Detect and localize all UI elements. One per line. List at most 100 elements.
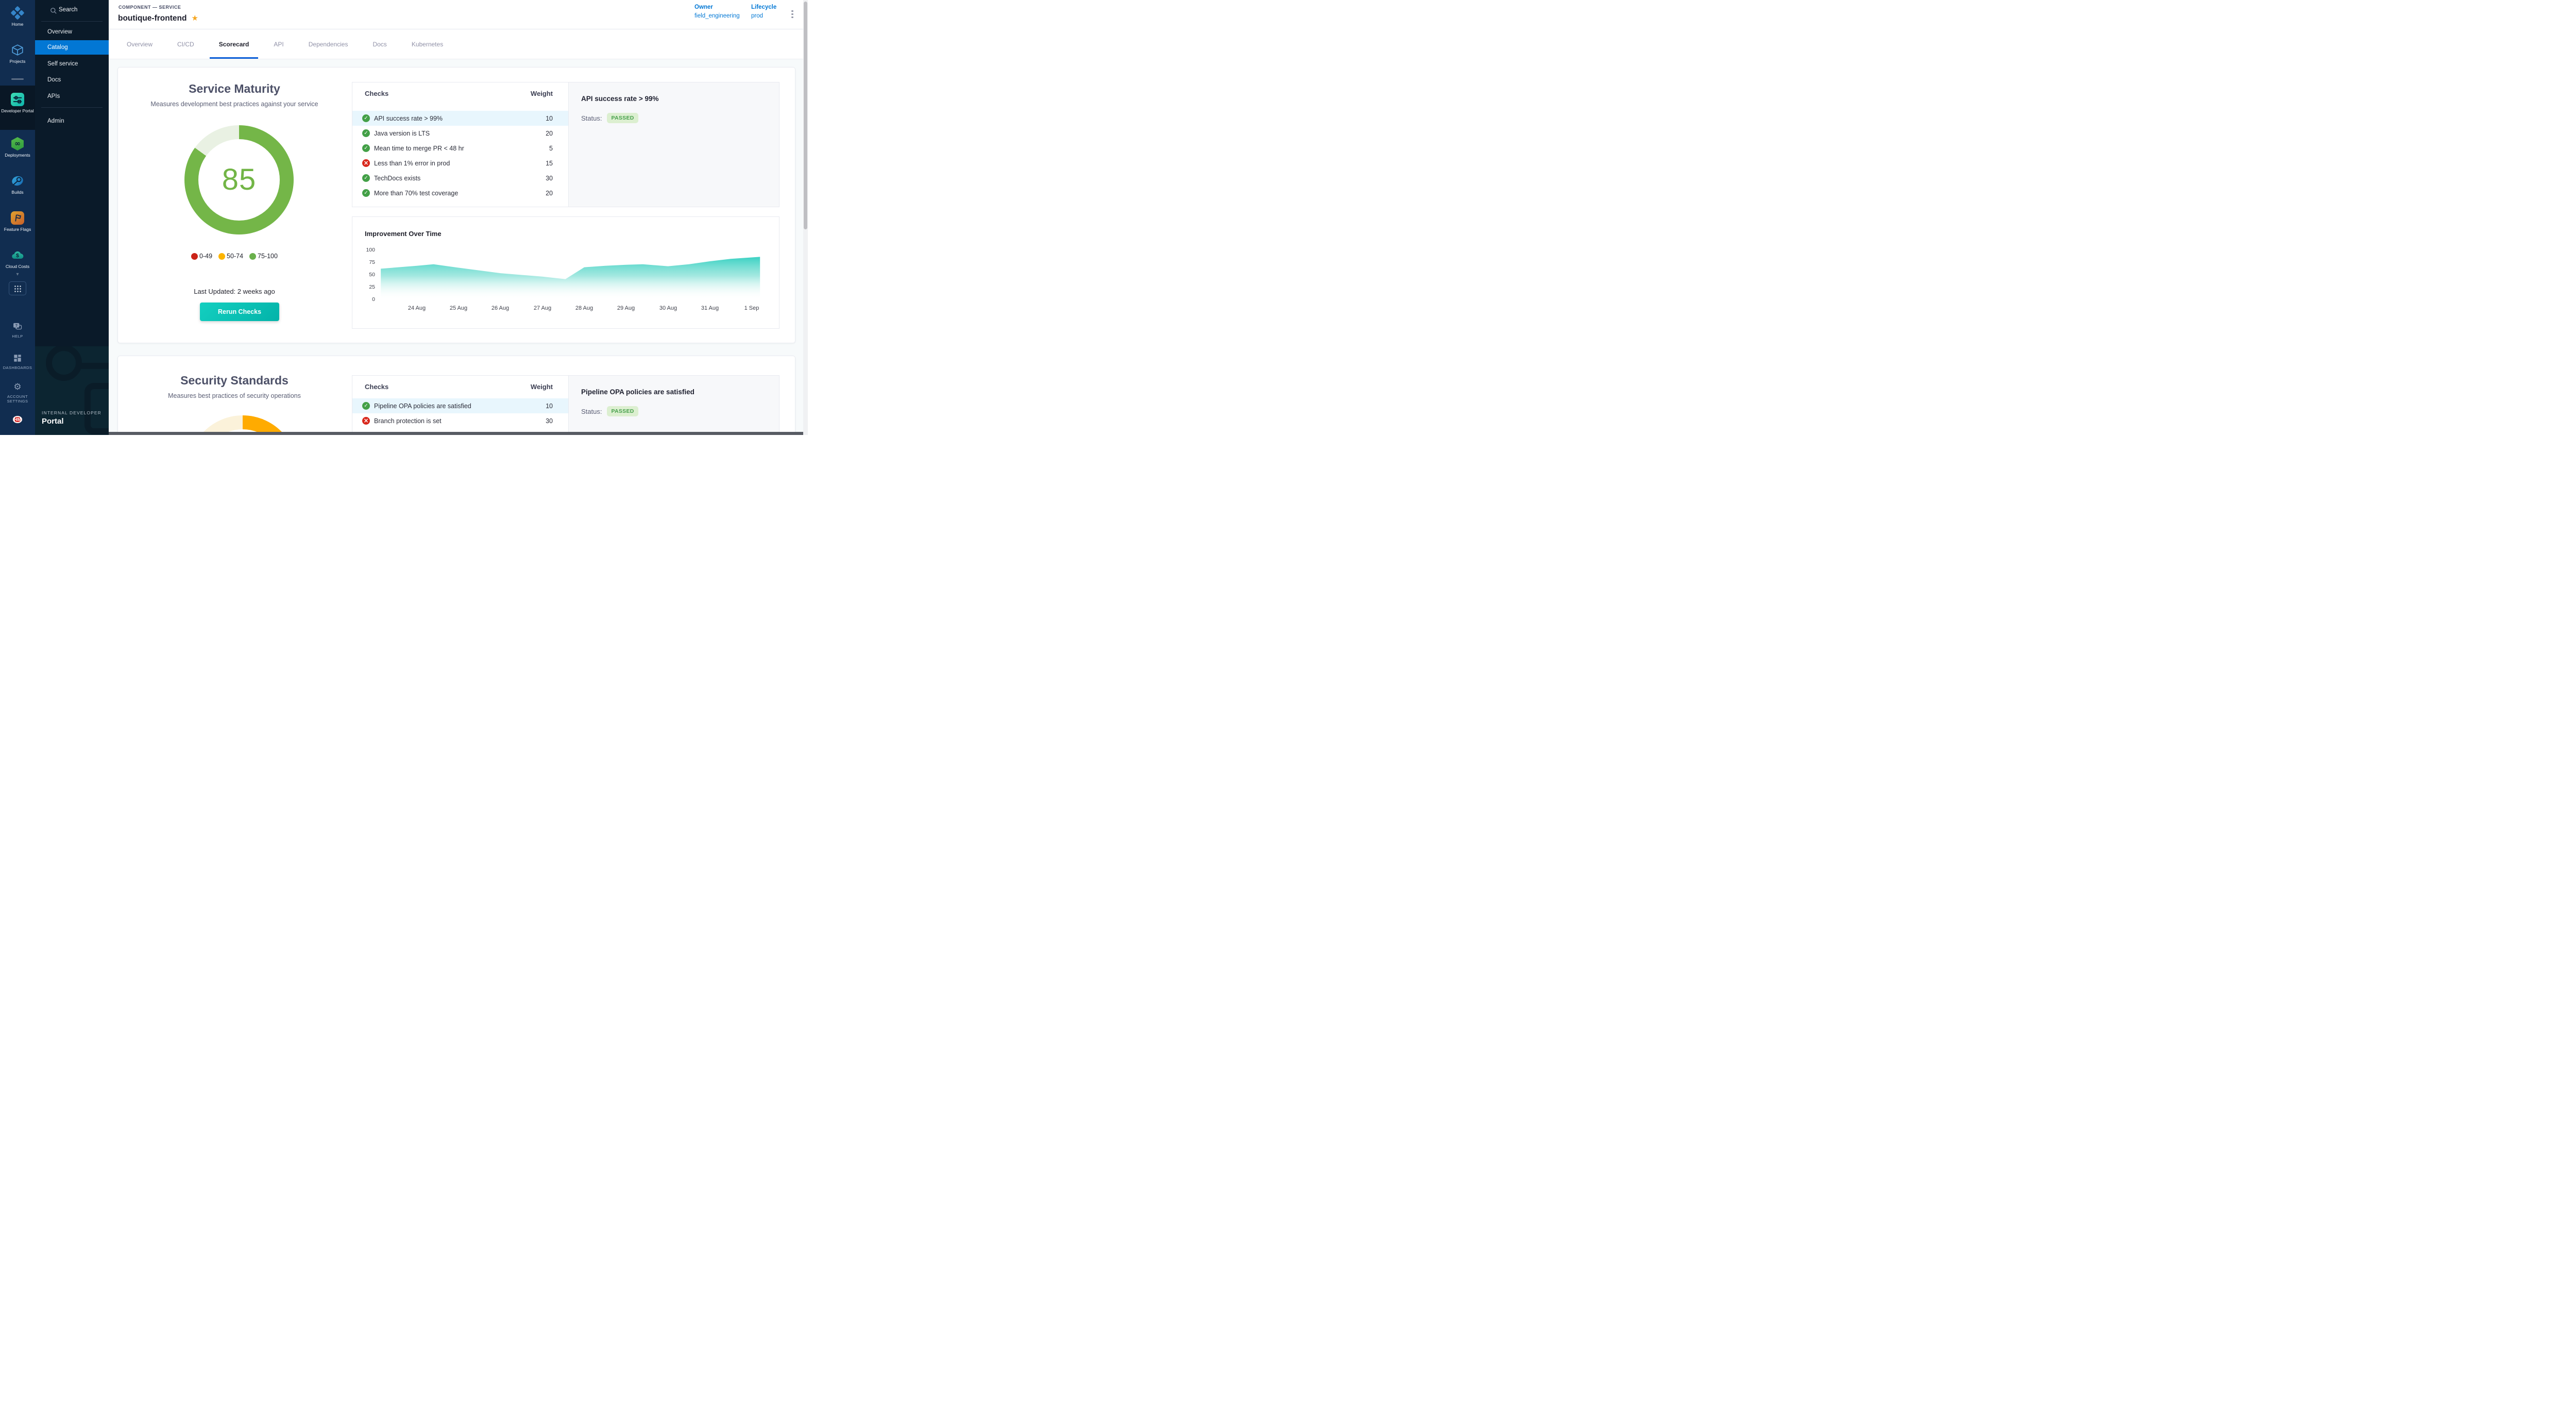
infinity-glyph: ∞	[11, 137, 24, 150]
sidebar-item-overview[interactable]: Overview	[35, 25, 109, 39]
sidebar-item-catalog[interactable]: Catalog	[35, 40, 109, 55]
scorecard-title: Security Standards	[118, 374, 351, 388]
tab-api[interactable]: API	[264, 29, 293, 59]
y-tick: 50	[369, 272, 375, 278]
horizontal-scrollbar[interactable]	[109, 432, 808, 435]
check-row[interactable]: Mean time to merge PR < 48 hr 5	[352, 141, 568, 156]
nav-item-builds[interactable]: Builds	[0, 174, 35, 195]
nav-item-account-settings[interactable]: ⚙ ACCOUNT SETTINGS	[0, 382, 35, 404]
nav-item-projects[interactable]: Projects	[0, 43, 35, 64]
nav-item-profile[interactable]: HM	[0, 414, 35, 425]
security-standards-card: Security Standards Measures best practic…	[117, 356, 795, 435]
x-tick: 25 Aug	[450, 305, 467, 311]
dollar-glyph: $	[16, 253, 19, 259]
nav-item-feature-flags[interactable]: Feature Flags	[0, 211, 35, 232]
check-row[interactable]: Branch protection is set 30	[352, 413, 568, 428]
checks-rows: API success rate > 99% 10 Java version i…	[352, 111, 568, 200]
check-pass-icon	[362, 144, 370, 152]
nav-item-dashboards[interactable]: DASHBOARDS	[0, 353, 35, 370]
x-tick: 29 Aug	[617, 305, 635, 311]
detail-title: API success rate > 99%	[581, 95, 767, 103]
checks-column-header: Checks	[365, 383, 388, 391]
gauge-hole: 85	[198, 139, 280, 221]
more-actions-kebab-icon[interactable]	[788, 9, 797, 21]
legend-label: 75-100	[258, 253, 278, 260]
rerun-checks-button[interactable]: Rerun Checks	[200, 303, 279, 321]
entity-name: boutique-frontend	[118, 14, 187, 23]
decorative-circuit-ring	[46, 346, 82, 381]
weight-column-header: Weight	[531, 90, 553, 97]
nav-item-home[interactable]: Home	[0, 6, 35, 27]
home-icon	[11, 6, 24, 20]
vertical-scrollbar[interactable]	[803, 0, 808, 435]
nav-item-deployments[interactable]: ∞ Deployments	[0, 137, 35, 158]
tab-cicd[interactable]: CI/CD	[168, 29, 204, 59]
check-label: Pipeline OPA policies are satisfied	[374, 402, 541, 410]
detail-title: Pipeline OPA policies are satisfied	[581, 388, 767, 396]
scorecard-subtitle: Measures best practices of security oper…	[118, 392, 351, 399]
lifecycle-link[interactable]: prod	[751, 13, 776, 19]
user-avatar[interactable]: HM	[13, 416, 22, 423]
check-fail-icon	[362, 417, 370, 425]
sidebar-item-apis[interactable]: APIs	[35, 89, 109, 104]
checks-column-header: Checks	[365, 90, 388, 97]
brand-title: Portal	[42, 417, 64, 426]
check-row[interactable]: Less than 1% error in prod 15	[352, 156, 568, 171]
nav-collapse-handle[interactable]	[11, 78, 24, 80]
nav-scroll-chevron-down-icon[interactable]: ▾	[0, 272, 35, 278]
check-detail-panel: Pipeline OPA policies are satisfied Stat…	[568, 376, 779, 435]
check-weight: 30	[546, 175, 553, 182]
legend-dot-amber	[218, 253, 225, 260]
nav-item-developer-portal[interactable]: Developer Portal	[0, 93, 35, 114]
x-tick: 30 Aug	[659, 305, 677, 311]
check-row[interactable]: API success rate > 99% 10	[352, 111, 568, 126]
weight-column-header: Weight	[531, 383, 553, 391]
nav-label: Cloud Costs	[0, 264, 35, 270]
check-label: TechDocs exists	[374, 175, 541, 182]
lifecycle-label: Lifecycle	[751, 4, 776, 10]
scorecard-content: Service Maturity Measures development be…	[109, 59, 808, 435]
deployments-icon: ∞	[11, 137, 24, 150]
checks-table-header: Checks Weight	[365, 383, 553, 391]
owner-meta: Owner field_engineering	[694, 4, 740, 19]
owner-link[interactable]: field_engineering	[694, 13, 740, 19]
check-row[interactable]: More than 70% test coverage 20	[352, 186, 568, 200]
sidebar-item-admin[interactable]: Admin	[35, 114, 109, 128]
x-tick: 1 Sep	[744, 305, 759, 311]
tab-dependencies[interactable]: Dependencies	[299, 29, 358, 59]
check-row[interactable]: Java version is LTS 20	[352, 126, 568, 141]
status-badge: PASSED	[607, 406, 638, 416]
dashboards-icon	[12, 353, 23, 363]
checks-rows: Pipeline OPA policies are satisfied 10 B…	[352, 398, 568, 435]
x-tick: 28 Aug	[575, 305, 593, 311]
help-icon: ?	[12, 322, 23, 332]
tab-docs[interactable]: Docs	[363, 29, 396, 59]
module-picker-button[interactable]	[9, 281, 26, 295]
apps-grid-icon	[14, 285, 21, 292]
y-tick: 25	[369, 284, 375, 290]
checks-table-header: Checks Weight	[365, 90, 553, 97]
legend-item: 50-74	[218, 253, 243, 260]
nav-item-help[interactable]: ? HELP	[0, 322, 35, 339]
check-label: API success rate > 99%	[374, 115, 541, 122]
favorite-star-icon[interactable]: ★	[191, 13, 198, 23]
y-tick: 0	[372, 296, 375, 303]
legend-label: 50-74	[227, 253, 243, 260]
tab-scorecard[interactable]: Scorecard	[210, 29, 259, 59]
checks-panel: Checks Weight API success rate > 99% 10	[352, 82, 779, 207]
check-weight: 20	[546, 190, 553, 197]
nav-label: Developer Portal	[0, 108, 35, 114]
check-label: More than 70% test coverage	[374, 190, 541, 197]
check-fail-icon	[362, 159, 370, 167]
sidebar-item-docs[interactable]: Docs	[35, 73, 109, 87]
service-maturity-card: Service Maturity Measures development be…	[117, 67, 795, 343]
nav-item-cloud-costs[interactable]: $ Cloud Costs	[0, 248, 35, 270]
sidebar-item-self-service[interactable]: Self service	[35, 57, 109, 71]
check-row[interactable]: Pipeline OPA policies are satisfied 10	[352, 398, 568, 413]
vertical-scrollbar-thumb[interactable]	[804, 2, 807, 229]
sidebar-search[interactable]: Search	[35, 4, 109, 18]
tab-kubernetes[interactable]: Kubernetes	[402, 29, 452, 59]
cloud-costs-icon: $	[11, 248, 24, 262]
tab-overview[interactable]: Overview	[117, 29, 162, 59]
check-row[interactable]: TechDocs exists 30	[352, 171, 568, 186]
